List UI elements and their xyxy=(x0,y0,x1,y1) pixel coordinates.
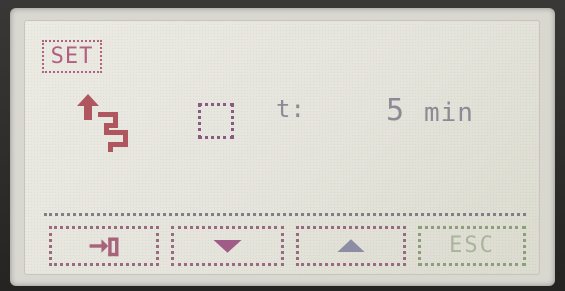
flow-rate-up-icon xyxy=(77,94,128,152)
down-button[interactable] xyxy=(171,226,284,266)
time-value: 5 xyxy=(386,93,405,128)
lcd-screen: SET t: 5 min ESC xyxy=(24,20,540,275)
enter-icon xyxy=(89,237,119,257)
enter-button[interactable] xyxy=(49,226,159,266)
option-checkbox[interactable] xyxy=(198,103,234,139)
softkey-bar: ESC xyxy=(44,226,526,266)
esc-button[interactable]: ESC xyxy=(418,226,526,266)
triangle-down-icon xyxy=(213,240,242,253)
time-label: t: xyxy=(276,95,305,123)
softkey-divider xyxy=(44,213,526,216)
esc-label: ESC xyxy=(449,233,495,258)
device-frame: SET t: 5 min ESC xyxy=(0,0,565,291)
time-unit: min xyxy=(424,98,474,128)
triangle-up-icon xyxy=(337,239,365,252)
up-button[interactable] xyxy=(296,226,406,266)
mode-label-set: SET xyxy=(42,40,102,73)
